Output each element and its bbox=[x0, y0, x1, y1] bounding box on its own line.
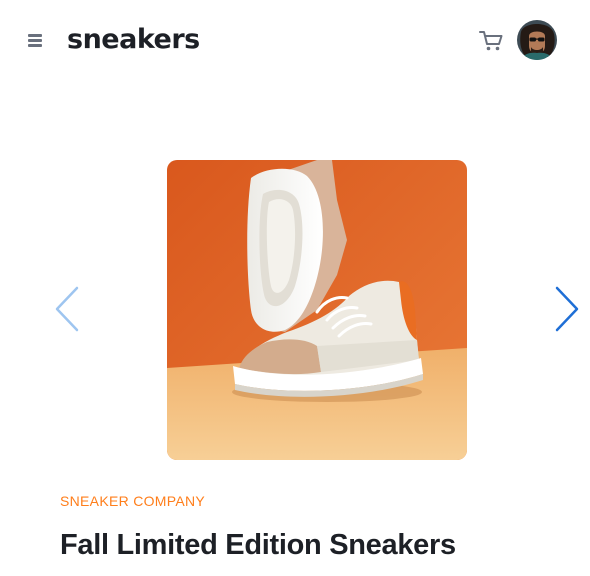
chevron-right-icon bbox=[555, 286, 579, 332]
product-title: Fall Limited Edition Sneakers bbox=[60, 529, 456, 561]
menu-icon-bar bbox=[28, 39, 42, 42]
cart-button[interactable] bbox=[478, 29, 504, 53]
chevron-left-icon bbox=[55, 286, 79, 332]
avatar-image bbox=[517, 20, 557, 60]
cart-icon bbox=[479, 31, 503, 51]
menu-icon-bar bbox=[28, 34, 42, 37]
sneaker-photo bbox=[167, 160, 467, 460]
company-name: SNEAKER COMPANY bbox=[60, 493, 206, 509]
avatar[interactable] bbox=[517, 20, 557, 60]
product-image bbox=[167, 160, 467, 460]
next-image-button[interactable] bbox=[551, 286, 581, 332]
menu-button[interactable] bbox=[26, 31, 46, 49]
site-header: sneakers bbox=[0, 0, 590, 82]
menu-icon-bar bbox=[28, 44, 42, 47]
previous-image-button[interactable] bbox=[53, 286, 83, 332]
logo[interactable]: sneakers bbox=[67, 24, 200, 56]
